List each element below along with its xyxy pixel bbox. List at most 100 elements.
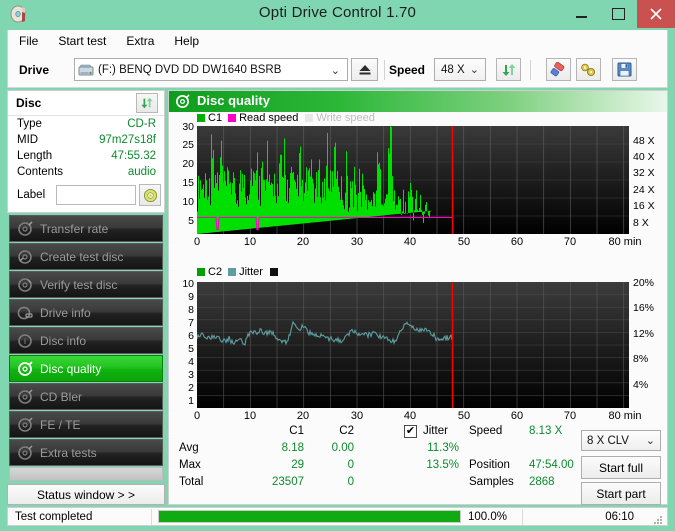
stats-header-c1: C1 [289, 425, 304, 437]
tools-button[interactable] [576, 58, 601, 81]
eject-button[interactable] [351, 58, 378, 81]
sidebar-filler [9, 467, 163, 481]
toolbar: Drive (F:) BENQ DVD DD DW1640 BSRB ⌄ Spe… [7, 52, 668, 88]
menu-item-file[interactable]: File [10, 32, 47, 50]
toolbar-separator-2 [530, 60, 531, 80]
stats-row-label-max: Max [179, 459, 201, 471]
c2-ytick: 6 [188, 330, 194, 342]
c2-xtick: 10 [243, 410, 257, 422]
c1-xtick: 30 [350, 236, 364, 248]
c2-y2tick: 16% [633, 302, 655, 314]
sidebar-item-transfer-rate[interactable]: Transfer rate [9, 215, 163, 242]
eraser-icon [550, 61, 565, 76]
disc-row-mid: MID 97m27s18f [8, 134, 164, 150]
speed-select[interactable]: 48 X ⌄ [434, 58, 486, 81]
sidebar-item-create-test-disc[interactable]: Create test disc [9, 243, 163, 270]
status-text: Test completed [15, 511, 93, 523]
application-window: Opti Drive Control 1.70 File Start test … [0, 0, 675, 531]
sidebar-item-verify-test-disc[interactable]: Verify test disc [9, 271, 163, 298]
disc-label-key: Label [17, 189, 46, 201]
sidebar-item-label: CD Bler [40, 389, 83, 404]
c2-ytick: 5 [188, 343, 194, 355]
status-bar: Test completed 100.0% 06:10 [7, 507, 668, 526]
disc-row-key: Type [17, 118, 42, 130]
disc-label-input[interactable] [56, 185, 136, 205]
c1-xtick: 20 [296, 236, 310, 248]
jitter-checkbox[interactable]: ✔ [404, 425, 417, 438]
save-button[interactable] [612, 58, 637, 81]
sidebar-nav: Transfer rate Create test disc Verify te… [9, 215, 163, 467]
c2-y2tick: 12% [633, 328, 655, 340]
menu-item-help[interactable]: Help [165, 32, 208, 50]
c1-chart-legend: C1 Read speed Write speed [197, 112, 375, 124]
main-panel-title: Disc quality [197, 93, 270, 108]
c1-ytick: 10 [182, 196, 194, 208]
disc-row-key: MID [17, 134, 39, 146]
sidebar-item-cd-bler[interactable]: CD Bler [9, 383, 163, 410]
c1-y2tick: 24 X [633, 184, 655, 196]
sidebar-item-disc-quality[interactable]: Disc quality [9, 355, 163, 382]
sidebar-item-disc-info[interactable]: i Disc info [9, 327, 163, 354]
maximize-button[interactable] [600, 0, 637, 28]
c1-xtick: 60 [510, 236, 524, 248]
sidebar-item-label: FE / TE [40, 417, 81, 432]
c2-xtick: 50 [457, 410, 471, 422]
start-full-button[interactable]: Start full [581, 456, 661, 479]
disc-row-value: audio [127, 166, 156, 178]
floppy-save-icon [617, 62, 632, 77]
speed-value: 48 X [441, 63, 465, 76]
stats-max-c2: 0 [347, 459, 354, 471]
disc-quality-icon [17, 360, 33, 377]
drive-select[interactable]: (F:) BENQ DVD DD DW1640 BSRB ⌄ [74, 58, 348, 81]
stats-position-label: Position [469, 459, 510, 471]
disc-row-key: Contents [17, 166, 64, 178]
close-icon [650, 8, 662, 20]
sidebar-item-fe-te[interactable]: FE / TE [9, 411, 163, 438]
c1-ytick: 25 [182, 139, 194, 151]
svg-text:i: i [24, 337, 26, 346]
legend-swatch-write-speed [305, 114, 314, 122]
minimize-button[interactable] [563, 0, 600, 28]
sidebar-item-label: Create test disc [40, 249, 124, 264]
refresh-button[interactable] [496, 58, 521, 81]
c1-xtick: 80 min [608, 236, 642, 248]
sidebar-item-drive-info[interactable]: Drive info [9, 299, 163, 326]
extra-tests-icon [17, 444, 33, 461]
fe-te-icon [17, 416, 33, 433]
c2-xtick: 20 [296, 410, 310, 422]
c2-ytick: 9 [188, 291, 194, 303]
menu-item-start-test[interactable]: Start test [49, 32, 115, 50]
progress-percent: 100.0% [468, 511, 508, 523]
c1-y2tick: 32 X [633, 167, 655, 179]
status-window-button[interactable]: Status window > > [7, 484, 165, 505]
disc-info-icon: i [17, 333, 33, 349]
sidebar-item-label: Disc quality [40, 361, 102, 376]
disc-row-contents: Contents audio [8, 166, 164, 182]
drive-icon [78, 63, 94, 77]
close-button[interactable] [637, 0, 675, 28]
tools-icon [581, 63, 595, 76]
c1-plot-svg [197, 126, 629, 234]
c2-y2tick: 20% [633, 277, 655, 289]
stats-samples-label: Samples [469, 476, 514, 488]
c1-y2tick: 16 X [633, 200, 655, 212]
resize-grip-icon[interactable] [652, 512, 663, 524]
start-part-button[interactable]: Start part [581, 482, 661, 505]
stats-header-c2: C2 [339, 425, 354, 437]
erase-button[interactable] [546, 58, 571, 81]
progress-bar [158, 510, 461, 523]
chevron-down-icon: ⌄ [469, 64, 479, 76]
disc-row-value: CD-R [127, 118, 156, 130]
write-strategy-select[interactable]: 8 X CLV ⌄ [581, 430, 661, 451]
c2-xtick: 60 [510, 410, 524, 422]
menu-item-extra[interactable]: Extra [117, 32, 163, 50]
refresh-icon [141, 97, 153, 109]
sidebar-item-extra-tests[interactable]: Extra tests [9, 439, 163, 466]
c2-chart-legend: C2 Jitter [197, 266, 278, 278]
disc-label-button[interactable] [139, 184, 161, 206]
chevron-down-icon: ⌄ [645, 435, 655, 447]
disc-label-row: Label [8, 184, 164, 210]
disc-info-rows: Type CD-R MID 97m27s18f Length 47:55.32 … [8, 118, 164, 210]
c2-ytick: 2 [188, 382, 194, 394]
disc-refresh-button[interactable] [136, 93, 158, 113]
